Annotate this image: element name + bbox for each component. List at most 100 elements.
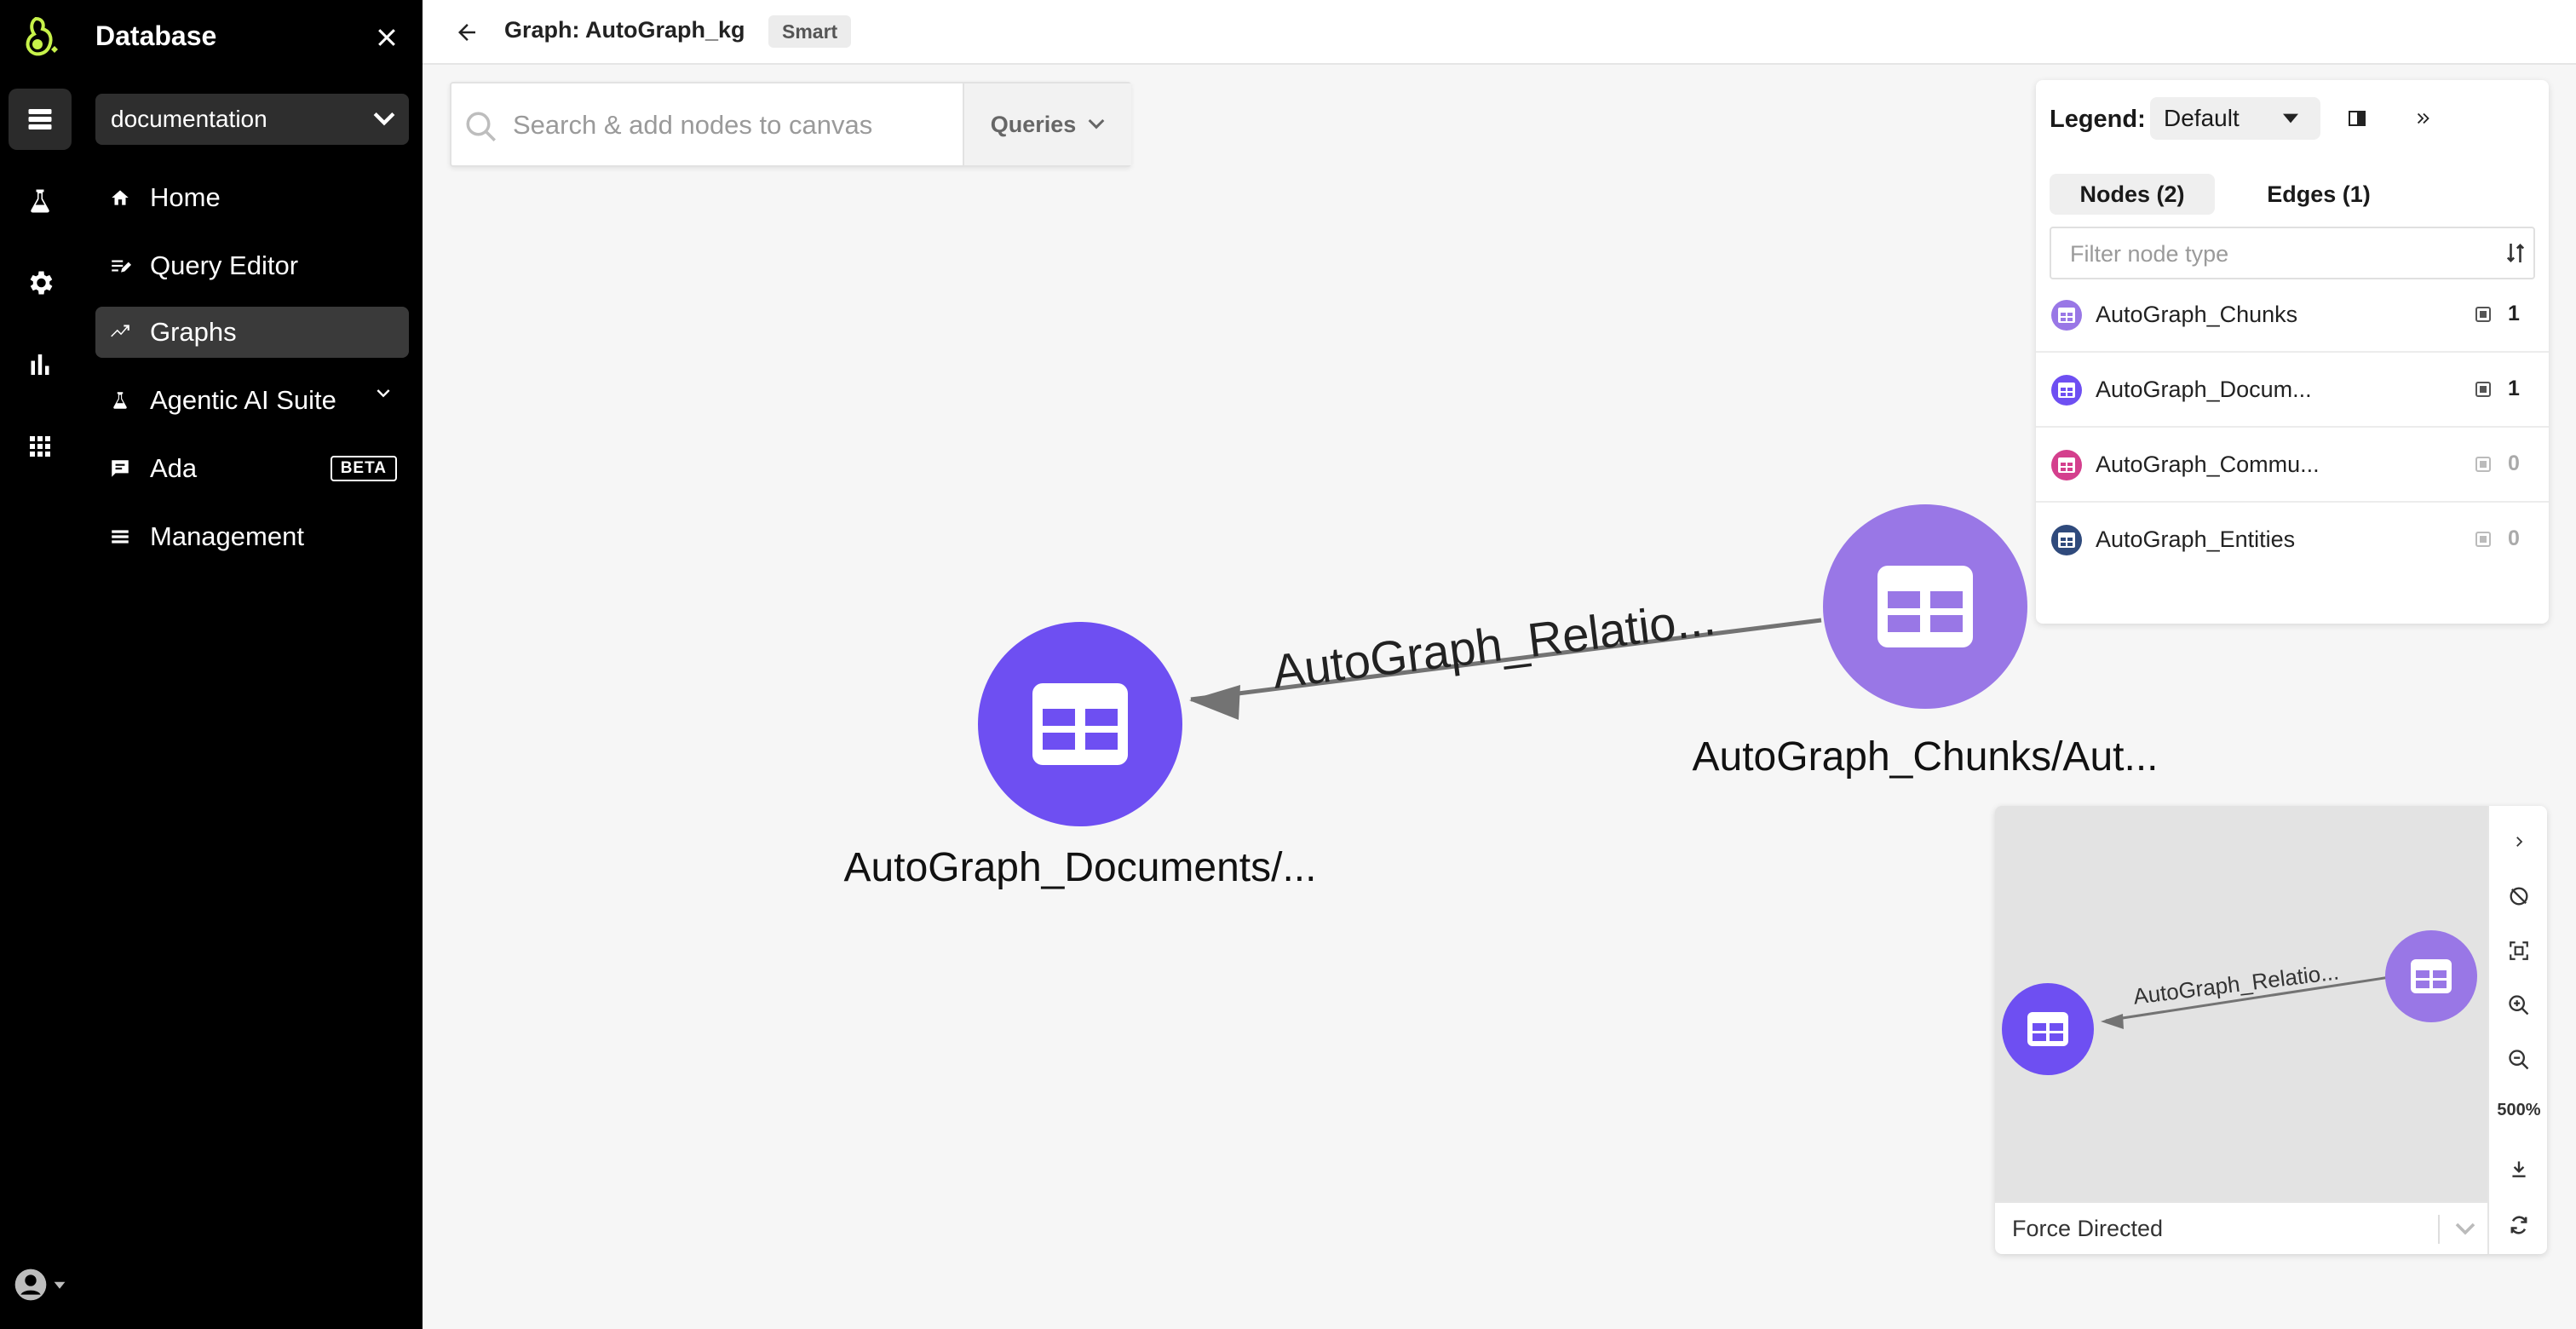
nav-item-home[interactable]: Home — [95, 172, 409, 223]
hide-icon — [2510, 887, 2528, 906]
refresh-icon — [2510, 1216, 2527, 1234]
query-editor-icon — [107, 253, 133, 279]
dock-panel-button[interactable] — [2336, 97, 2378, 140]
chevron-right-icon — [2516, 837, 2523, 847]
visibility-toggle-icon[interactable] — [2475, 457, 2491, 472]
caret-down-icon — [54, 1281, 66, 1289]
visibility-toggle-icon[interactable] — [2475, 307, 2491, 322]
legend-label: Legend: — [2050, 106, 2146, 133]
download-icon — [2512, 1161, 2526, 1177]
icon-rail — [0, 0, 83, 1329]
database-icon[interactable] — [9, 89, 72, 150]
nav-item-label: Graphs — [150, 317, 237, 347]
legend-type-name: AutoGraph_Commu... — [2096, 452, 2320, 477]
gear-icon[interactable] — [9, 252, 72, 314]
layout-select-value: Force Directed — [2012, 1215, 2164, 1241]
node-label: AutoGraph_Documents/... — [844, 845, 1317, 890]
flask-icon[interactable] — [9, 170, 72, 232]
search-icon — [466, 112, 496, 141]
zoom-in-icon — [2509, 995, 2529, 1015]
user-avatar-icon — [14, 1269, 47, 1301]
app-logo[interactable] — [14, 12, 68, 65]
chevron-down-icon — [373, 112, 395, 126]
node-label: AutoGraph_Chunks/Aut... — [1693, 734, 2159, 780]
nav-item-graphs[interactable]: Graphs — [95, 307, 409, 358]
flask-icon — [107, 388, 133, 413]
refresh-layout-button[interactable] — [2489, 1200, 2547, 1251]
caret-down-icon — [2283, 113, 2298, 124]
beta-badge: BETA — [330, 456, 397, 481]
header-bar: Graph: AutoGraph_kg Smart — [423, 0, 2576, 65]
legend-row-autograph-entities[interactable]: AutoGraph_Entities 0 — [2036, 503, 2549, 578]
legend-type-count: 1 — [2508, 302, 2520, 325]
chevron-down-icon — [1088, 118, 1105, 129]
nav-item-ada[interactable]: Ada BETA — [95, 443, 409, 494]
chat-icon — [107, 456, 133, 481]
graph-node-documents[interactable]: AutoGraph_Documents/... — [844, 622, 1317, 890]
nav-item-label: Management — [150, 521, 304, 551]
database-select[interactable]: documentation — [95, 94, 409, 145]
table-icon — [2051, 300, 2082, 331]
apps-grid-icon[interactable] — [9, 416, 72, 477]
filter-node-type-field — [2050, 227, 2535, 279]
minimap[interactable]: AutoGraph_Relatio... — [1995, 806, 2487, 1201]
visibility-toggle-icon[interactable] — [2475, 532, 2491, 547]
table-icon — [2051, 375, 2082, 406]
legend-panel: Legend: Default Nodes (2) Edges (1) Auto… — [2036, 80, 2549, 624]
legend-type-name: AutoGraph_Docum... — [2096, 377, 2312, 402]
nav-item-agentic-ai-suite[interactable]: Agentic AI Suite — [95, 375, 409, 426]
tab-nodes[interactable]: Nodes (2) — [2050, 174, 2215, 215]
visibility-toggle-icon[interactable] — [2475, 382, 2491, 397]
table-icon — [2051, 450, 2082, 480]
zoom-out-icon — [2509, 1050, 2529, 1070]
page-title: Graph: AutoGraph_kg — [504, 17, 745, 43]
legend-type-name: AutoGraph_Entities — [2096, 526, 2296, 552]
close-sidebar-button[interactable] — [368, 19, 405, 56]
user-menu[interactable] — [9, 1261, 73, 1309]
double-chevron-right-icon — [2417, 112, 2429, 124]
nav-item-label: Home — [150, 182, 221, 212]
edge-label: AutoGraph_Relatio... — [1269, 591, 1718, 699]
table-icon — [1032, 683, 1128, 765]
download-button[interactable] — [2489, 1143, 2547, 1194]
queries-label: Queries — [990, 111, 1077, 137]
fit-to-screen-button[interactable] — [2489, 925, 2547, 976]
table-icon — [2051, 525, 2082, 555]
table-icon — [1877, 566, 1973, 647]
zoom-out-button[interactable] — [2489, 1034, 2547, 1085]
chevron-down-icon — [377, 389, 390, 398]
home-icon — [107, 185, 133, 210]
nav-item-label: Ada — [150, 453, 198, 483]
main-area: Graph: AutoGraph_kg Smart AutoGraph_Rela… — [423, 0, 2576, 1329]
legend-type-name: AutoGraph_Chunks — [2096, 302, 2298, 327]
search-input[interactable] — [513, 104, 956, 147]
legend-row-autograph-documents[interactable]: AutoGraph_Docum... 1 — [2036, 353, 2549, 428]
graphs-icon — [107, 319, 133, 345]
legend-type-count: 0 — [2508, 452, 2520, 475]
zoom-in-button[interactable] — [2489, 980, 2547, 1031]
arrow-left-icon — [458, 24, 475, 41]
minimap-panel: AutoGraph_Relatio... 500% Force Directed — [1995, 806, 2547, 1254]
legend-row-autograph-communities[interactable]: AutoGraph_Commu... 0 — [2036, 428, 2549, 503]
legend-row-autograph-chunks[interactable]: AutoGraph_Chunks 1 — [2036, 278, 2549, 353]
back-button[interactable] — [446, 12, 487, 53]
toggle-labels-button[interactable] — [2489, 871, 2547, 922]
sort-icon[interactable] — [2506, 242, 2525, 264]
bar-chart-icon[interactable] — [9, 334, 72, 395]
queries-dropdown[interactable]: Queries — [963, 83, 1131, 165]
close-icon — [378, 29, 395, 46]
nav-item-query-editor[interactable]: Query Editor — [95, 240, 409, 291]
nav-item-management[interactable]: Management — [95, 511, 409, 562]
sidebar-title: Database — [95, 20, 217, 51]
layout-select[interactable]: Force Directed — [1995, 1201, 2487, 1254]
tab-edges[interactable]: Edges (1) — [2225, 174, 2412, 215]
collapse-legend-button[interactable] — [2402, 97, 2445, 140]
canvas-controls: 500% — [2487, 806, 2547, 1254]
filter-node-type-input[interactable] — [2070, 239, 2479, 269]
expand-controls-button[interactable] — [2489, 816, 2547, 867]
legend-type-count: 0 — [2508, 526, 2520, 550]
edge-arrowhead — [1189, 685, 1240, 720]
search-bar: Queries — [450, 82, 1131, 167]
legend-select[interactable]: Default — [2150, 97, 2320, 140]
nav-item-label: Query Editor — [150, 250, 299, 280]
